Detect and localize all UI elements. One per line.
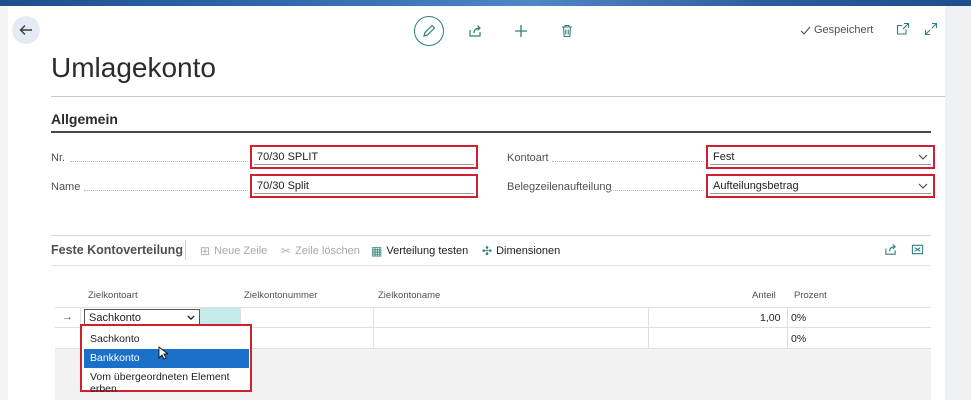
belegzeilen-value: Aufteilungsbetrag [713,179,799,192]
chevron-down-icon [187,315,195,320]
column-divider [787,307,788,349]
column-divider [373,307,374,349]
dimensions-label: Dimensionen [496,245,561,257]
name-label: Name [51,181,81,193]
open-in-excel-icon [911,244,924,255]
section-title-general[interactable]: Allgemein [51,111,118,127]
current-row-arrow-icon: → [62,311,73,323]
chevron-down-icon [918,183,928,189]
belegzeilen-select[interactable]: Aufteilungsbetrag [710,178,931,194]
delete-line-action[interactable]: ✂ Zeile löschen [281,244,360,258]
prozent-cell[interactable]: 0% [791,333,806,345]
popout-icon [896,22,910,35]
new-line-icon: ⊞ [200,244,211,258]
mouse-cursor-icon [158,346,168,360]
trash-icon [562,24,572,38]
expand-icon [924,22,938,36]
chevron-down-icon [918,154,928,160]
delete-line-label: Zeile löschen [295,245,360,257]
saved-status: Gespeichert [800,24,873,36]
dropdown-option-vom-uebergeordneten[interactable]: Vom übergeordneten Element erben [84,368,249,395]
delete-button[interactable] [552,16,582,46]
subpage-share-button[interactable] [884,243,897,259]
name-field-frame: 70/30 Split [250,174,478,198]
zielkontoart-cell-value: Sachkonto [89,311,141,324]
kontoart-label: Kontoart [507,152,549,164]
title-divider [51,96,945,97]
kontoart-field-frame: Fest [706,145,935,169]
kontoart-value: Fest [713,150,735,163]
popout-button[interactable] [896,22,910,41]
kontoart-dots [552,161,704,162]
anteil-cell[interactable]: 1,00 [760,312,780,324]
new-line-action[interactable]: ⊞ Neue Zeile [200,244,267,258]
nr-label: Nr. [51,152,66,164]
kontoart-select[interactable]: Fest [710,149,931,165]
col-header-prozent[interactable]: Prozent [794,290,827,301]
checkmark-icon [800,26,811,35]
dimensions-icon: ✣ [482,244,493,258]
saved-label: Gespeichert [814,24,874,36]
new-line-label: Neue Zeile [214,245,268,257]
col-header-zielkontonummer[interactable]: Zielkontonummer [244,290,317,301]
subpage-title[interactable]: Feste Kontoverteilung [51,243,183,257]
belegzeilen-dots [610,190,704,191]
share-icon [469,25,481,37]
name-field[interactable]: 70/30 Split [254,178,474,194]
nr-value: 70/30 SPLIT [257,150,319,163]
nr-field-frame: 70/30 SPLIT [250,145,478,169]
column-divider [648,307,649,349]
col-header-anteil[interactable]: Anteil [752,290,776,301]
test-distribution-action[interactable]: ▦ Verteilung testen [371,244,468,258]
col-header-zielkontoname[interactable]: Zielkontoname [378,290,440,301]
delete-line-icon: ✂ [281,244,292,258]
belegzeilen-field-frame: Aufteilungsbetrag [706,174,935,198]
prozent-cell[interactable]: 0% [791,312,806,324]
test-label: Verteilung testen [386,245,469,257]
page-title: Umlagekonto [51,52,216,83]
dimensions-action[interactable]: ✣ Dimensionen [482,244,560,258]
top-banner [0,0,971,6]
subpage-excel-button[interactable] [911,243,924,259]
share-button[interactable] [460,16,490,46]
nr-dots [70,161,248,162]
col-header-zielkontoart[interactable]: Zielkontoart [88,290,138,301]
expand-button[interactable] [924,22,938,41]
plus-icon [515,25,527,37]
subpage-separator [185,240,186,260]
share-icon [885,243,896,255]
edit-button[interactable] [414,16,444,46]
new-button[interactable] [506,16,536,46]
test-icon: ▦ [371,244,383,258]
right-gutter [945,6,971,400]
name-dots [84,190,248,191]
name-value: 70/30 Split [257,179,309,192]
belegzeilen-label: Belegzeilenaufteilung [507,181,612,193]
back-button[interactable] [12,16,40,44]
pencil-icon [423,24,436,37]
arrow-left-icon [19,25,32,35]
nr-field[interactable]: 70/30 SPLIT [254,149,474,165]
left-gutter [0,6,8,400]
subpage-toolbar-divider [51,265,931,266]
subpage-top-divider [51,235,931,236]
section-divider [51,131,931,133]
